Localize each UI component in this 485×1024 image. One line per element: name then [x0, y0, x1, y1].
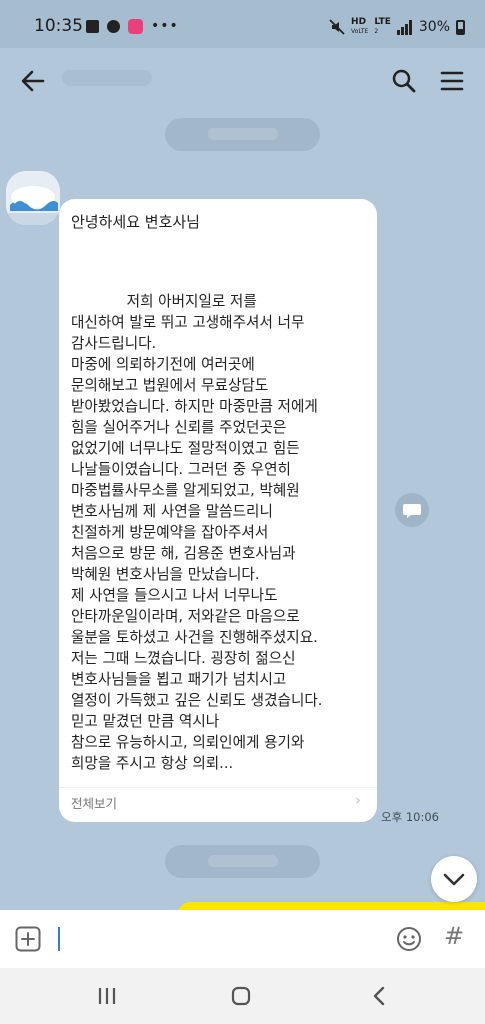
- system-nav-bar: [0, 968, 485, 1024]
- attach-plus-icon[interactable]: [15, 926, 41, 952]
- hashtag-search-icon[interactable]: #: [444, 922, 464, 950]
- talk-notification-icon: [107, 19, 120, 33]
- chat-room-title-blurred: [62, 70, 152, 86]
- date-separator-blurred: [165, 118, 320, 151]
- sender-avatar[interactable]: [6, 171, 60, 225]
- status-right: HD VoLTE LTE 2 30%: [329, 18, 465, 36]
- mute-icon: [329, 19, 345, 35]
- more-notifications-icon: •••: [151, 18, 179, 34]
- message-input[interactable]: [64, 922, 374, 956]
- chat-header: [0, 48, 485, 114]
- instagram-notification-icon: [128, 18, 143, 34]
- share-message-button[interactable]: [395, 493, 429, 527]
- emoticon-icon[interactable]: [396, 926, 422, 952]
- chevron-down-icon: [443, 873, 465, 886]
- speech-bubble-icon: [403, 504, 421, 518]
- battery-percent: 30%: [418, 19, 450, 35]
- home-icon[interactable]: [230, 985, 252, 1007]
- message-input-bar: #: [0, 910, 485, 968]
- hd-indicator: HD VoLTE: [351, 17, 369, 36]
- date-separator-blurred: [165, 845, 320, 878]
- message-body: 저희 아버지일로 저를 대신하여 발로 뛰고 고생해주셔서 너무 감사드립니다.…: [71, 293, 323, 772]
- recent-apps-icon[interactable]: [96, 985, 118, 1007]
- back-arrow-icon[interactable]: [18, 66, 48, 96]
- battery-icon: [456, 19, 465, 35]
- cloud-wave-avatar-icon: [6, 171, 60, 225]
- system-back-icon[interactable]: [368, 984, 390, 1008]
- bubble-divider: [59, 787, 377, 788]
- notification-icons: •••: [86, 18, 179, 34]
- status-time: 10:35: [34, 16, 83, 36]
- text-cursor: [58, 927, 60, 951]
- menu-icon[interactable]: [438, 67, 466, 95]
- message-time: 오후 10:06: [381, 810, 439, 824]
- scroll-to-bottom-button[interactable]: [431, 856, 477, 902]
- signal-icon: [396, 19, 412, 35]
- status-bar: 10:35 ••• HD VoLTE LTE 2 30%: [0, 0, 485, 48]
- lte-indicator: LTE 2: [374, 17, 391, 36]
- view-all-link[interactable]: 전체보기: [71, 793, 117, 812]
- message-bubble[interactable]: 안녕하세요 변호사님 저희 아버지일로 저를 대신하여 발로 뛰고 고생해주셔서…: [59, 199, 377, 822]
- gallery-notification-icon: [86, 19, 99, 33]
- chevron-right-icon: ›: [355, 791, 361, 809]
- message-greeting: 안녕하세요 변호사님: [71, 213, 200, 231]
- search-icon[interactable]: [390, 67, 418, 95]
